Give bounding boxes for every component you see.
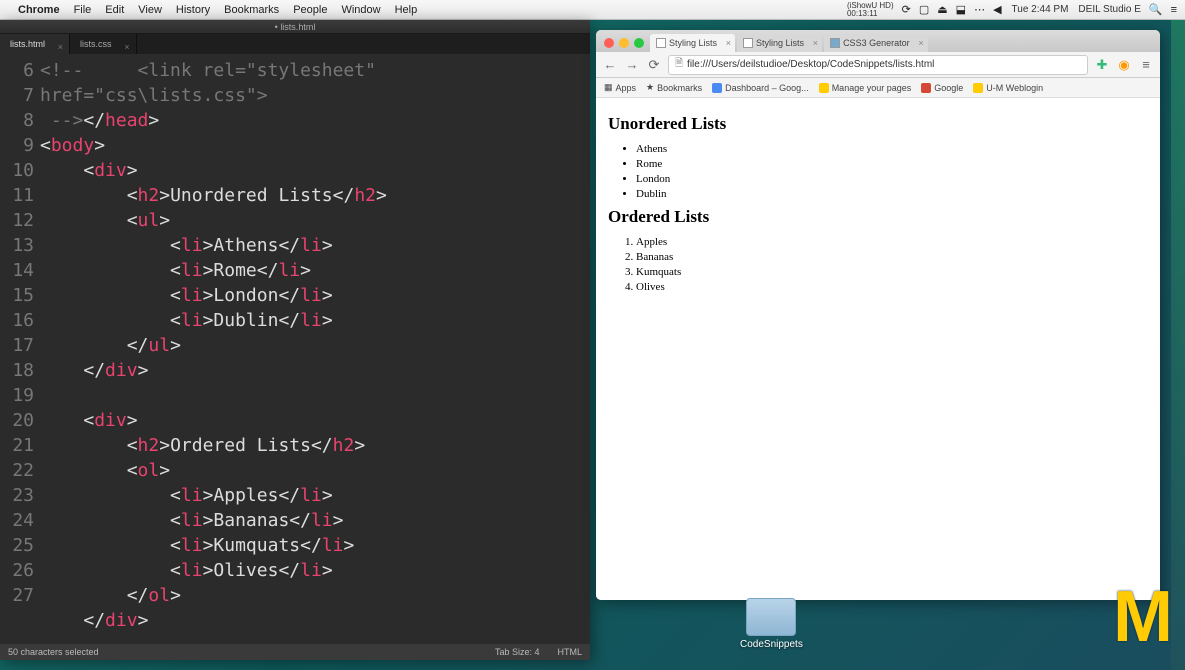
folder-icon: [746, 598, 796, 636]
editor-tab-lists-css[interactable]: lists.css×: [70, 34, 137, 54]
list-item: Athens: [636, 142, 1148, 157]
rendered-page: Unordered Lists Athens Rome London Dubli…: [596, 98, 1160, 600]
mac-menubar: Chrome File Edit View History Bookmarks …: [0, 0, 1185, 20]
ordered-list: Apples Bananas Kumquats Olives: [636, 235, 1148, 294]
wifi-icon[interactable]: ⋯: [974, 3, 985, 16]
editor-titlebar: • lists.html: [0, 20, 590, 34]
status-selection: 50 characters selected: [8, 647, 99, 657]
michigan-logo: M: [1113, 576, 1167, 658]
list-item: Rome: [636, 157, 1148, 172]
menu-window[interactable]: Window: [341, 4, 380, 16]
editor-tabstrip: lists.html× lists.css×: [0, 34, 590, 54]
line-number-gutter: 6789101112131415161718192021222324252627: [0, 54, 40, 644]
back-button[interactable]: ←: [602, 57, 618, 73]
reload-button[interactable]: ⟳: [646, 57, 662, 73]
browser-tab-3[interactable]: CSS3 Generator×: [824, 34, 928, 52]
forward-button[interactable]: →: [624, 57, 640, 73]
close-icon[interactable]: ×: [813, 34, 818, 52]
unordered-list: Athens Rome London Dublin: [636, 142, 1148, 201]
bookmark-star[interactable]: ★ Bookmarks: [646, 82, 702, 93]
eject-icon[interactable]: ⏏: [937, 3, 947, 16]
list-item: London: [636, 172, 1148, 187]
page-icon: [743, 38, 753, 48]
sync-icon[interactable]: ⟳: [902, 3, 911, 16]
heading-unordered: Unordered Lists: [608, 114, 1148, 134]
chrome-menu-button[interactable]: ≡: [1138, 57, 1154, 73]
minimize-window-button[interactable]: [619, 38, 629, 48]
chrome-window: Styling Lists× Styling Lists× CSS3 Gener…: [596, 30, 1160, 600]
menu-people[interactable]: People: [293, 4, 327, 16]
list-item: Olives: [636, 280, 1148, 295]
bookmark-dashboard[interactable]: Dashboard – Goog...: [712, 83, 809, 93]
bookmark-weblogin[interactable]: U-M Weblogin: [973, 83, 1043, 93]
menu-help[interactable]: Help: [395, 4, 418, 16]
menu-app[interactable]: Chrome: [18, 4, 60, 16]
close-icon[interactable]: ×: [58, 37, 63, 57]
url-text: file:///Users/deilstudioe/Desktop/CodeSn…: [687, 59, 934, 70]
close-window-button[interactable]: [604, 38, 614, 48]
desktop-folder-codesnippets[interactable]: CodeSnippets: [740, 598, 803, 650]
bookmark-manage[interactable]: Manage your pages: [819, 83, 912, 93]
folder-label: CodeSnippets: [740, 639, 803, 650]
editor-code-area[interactable]: 6789101112131415161718192021222324252627…: [0, 54, 590, 644]
status-tabsize[interactable]: Tab Size: 4: [495, 647, 540, 657]
list-item: Kumquats: [636, 265, 1148, 280]
menu-file[interactable]: File: [74, 4, 92, 16]
close-icon[interactable]: ×: [918, 34, 923, 52]
window-controls: [602, 38, 650, 52]
menu-bookmarks[interactable]: Bookmarks: [224, 4, 279, 16]
editor-statusbar: 50 characters selected Tab Size: 4 HTML: [0, 644, 590, 660]
list-item: Bananas: [636, 250, 1148, 265]
maximize-window-button[interactable]: [634, 38, 644, 48]
notifications-icon[interactable]: ≡: [1171, 4, 1177, 16]
address-bar[interactable]: 🗎 file:///Users/deilstudioe/Desktop/Code…: [668, 55, 1088, 75]
menubar-account[interactable]: DEIL Studio E: [1078, 4, 1140, 15]
dock-edge: [1171, 20, 1185, 670]
browser-tab-2[interactable]: Styling Lists×: [737, 34, 822, 52]
menubar-clock[interactable]: Tue 2:44 PM: [1012, 4, 1069, 15]
extension-icon[interactable]: ◉: [1116, 57, 1132, 73]
code-content[interactable]: <!-- <link rel="stylesheet" href="css\li…: [40, 54, 590, 644]
bookmarks-bar: ▦ Apps ★ Bookmarks Dashboard – Goog... M…: [596, 78, 1160, 98]
text-editor-window: • lists.html lists.html× lists.css× 6789…: [0, 20, 590, 660]
page-icon: [656, 38, 666, 48]
chrome-toolbar: ← → ⟳ 🗎 file:///Users/deilstudioe/Deskto…: [596, 52, 1160, 78]
dropbox-icon[interactable]: ⬓: [956, 3, 966, 16]
close-icon[interactable]: ×: [124, 37, 129, 57]
volume-icon[interactable]: ◀: [993, 3, 1001, 16]
spotlight-icon[interactable]: 🔍: [1149, 3, 1163, 16]
extension-icon[interactable]: ✚: [1094, 57, 1110, 73]
editor-tab-lists-html[interactable]: lists.html×: [0, 34, 70, 54]
bookmark-google[interactable]: Google: [921, 83, 963, 93]
chrome-tabstrip: Styling Lists× Styling Lists× CSS3 Gener…: [596, 30, 1160, 52]
heading-ordered: Ordered Lists: [608, 207, 1148, 227]
list-item: Dublin: [636, 187, 1148, 202]
list-item: Apples: [636, 235, 1148, 250]
status-language[interactable]: HTML: [558, 647, 583, 657]
page-icon: [830, 38, 840, 48]
display-icon[interactable]: ▢: [919, 3, 929, 16]
menu-view[interactable]: View: [138, 4, 162, 16]
close-icon[interactable]: ×: [726, 34, 731, 52]
menu-edit[interactable]: Edit: [105, 4, 124, 16]
browser-tab-1[interactable]: Styling Lists×: [650, 34, 735, 52]
bookmark-apps[interactable]: ▦ Apps: [604, 82, 636, 93]
menu-history[interactable]: History: [176, 4, 210, 16]
recording-label: (iShowU HD)00:13:11: [847, 2, 894, 18]
file-icon: 🗎: [675, 56, 683, 73]
